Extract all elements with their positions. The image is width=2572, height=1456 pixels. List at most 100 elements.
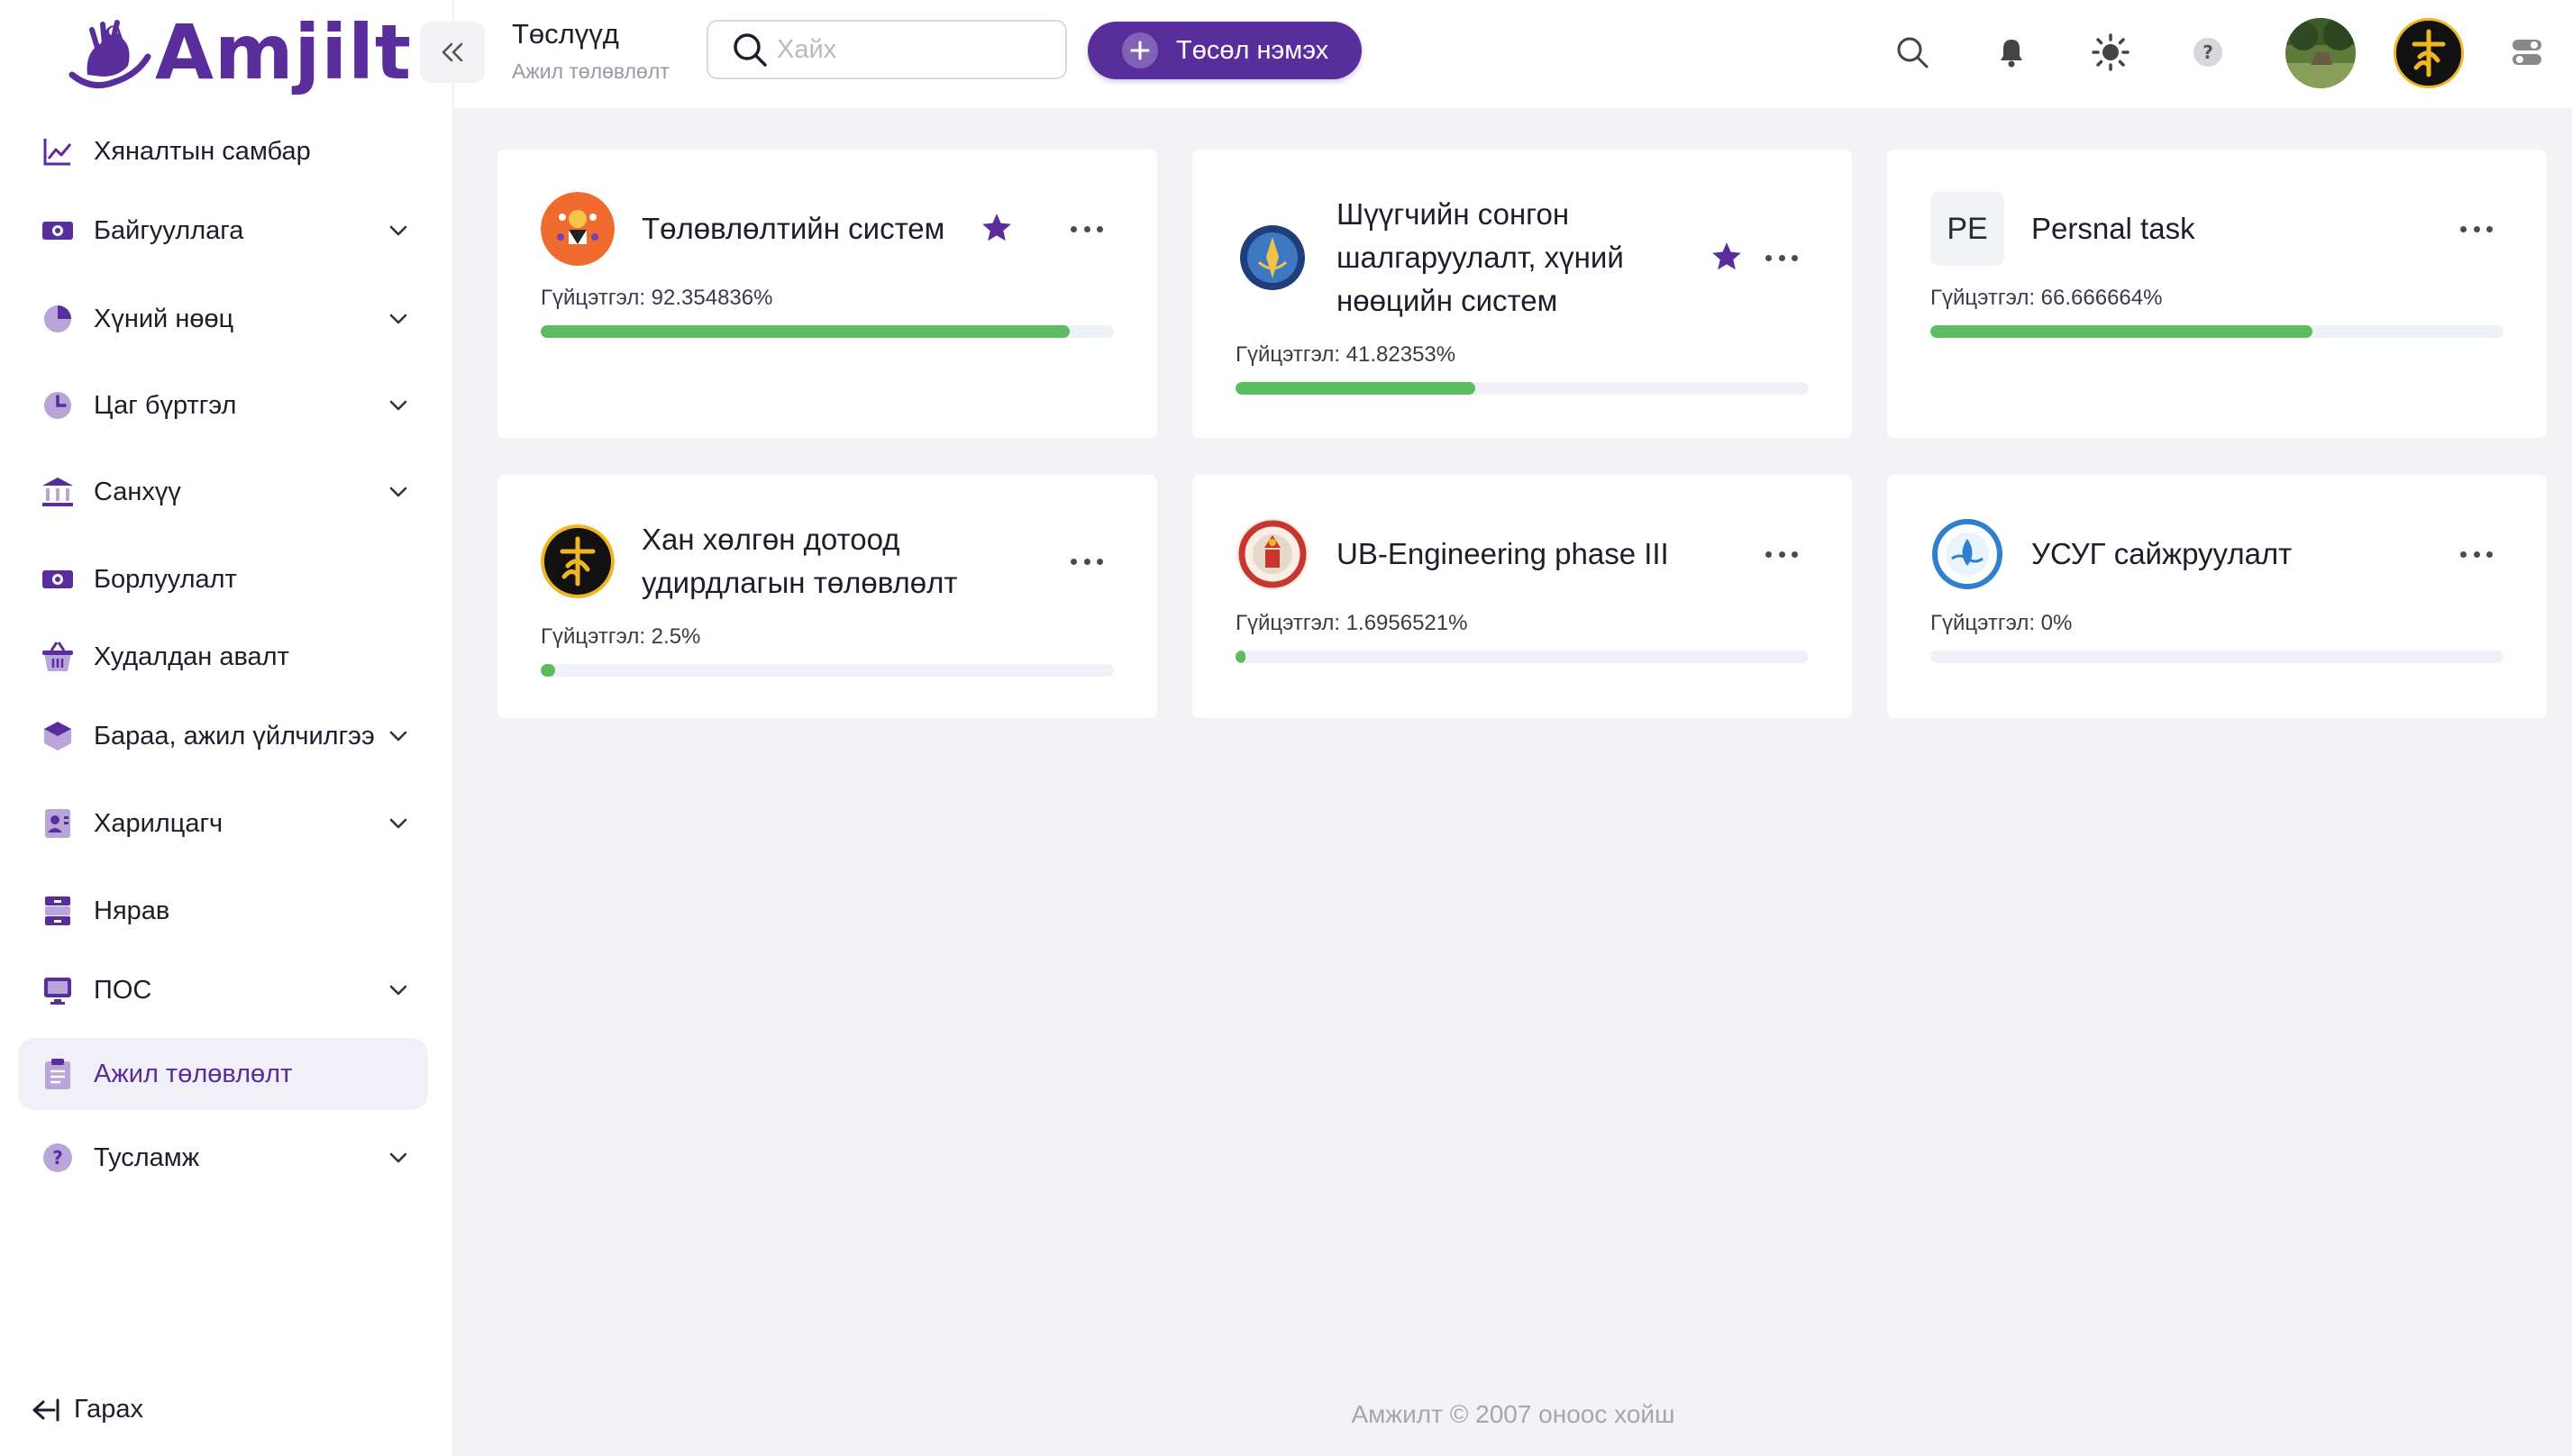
chevron-down-icon[interactable] [385, 478, 412, 505]
chevron-down-icon[interactable] [385, 723, 412, 750]
logout-button[interactable]: Гарах [29, 1395, 143, 1424]
project-title[interactable]: UB-Engineering phase III [1336, 532, 1751, 576]
sidebar-item-label: Бараа, ажил үйлчилгээ [94, 721, 375, 751]
bank-icon [40, 474, 76, 510]
project-title-line: шалгаруулалт, хүний [1336, 241, 1624, 274]
progress-label: Гүйцэтгэл: 41.82353% [1236, 342, 1456, 367]
organization-avatar[interactable] [2394, 18, 2464, 88]
help-icon[interactable]: ? [2188, 32, 2228, 72]
search-box[interactable] [707, 20, 1067, 79]
add-project-button[interactable]: Төсөл нэмэх [1088, 22, 1362, 79]
sidebar-item-label: Ажил төлөвлөлт [94, 1059, 293, 1088]
project-title-line: нөөцийн систем [1336, 284, 1558, 317]
project-title-line: Шүүгчийн сонгон [1336, 197, 1570, 231]
sidebar-item-work-planning[interactable]: Ажил төлөвлөлт [18, 1038, 428, 1110]
sidebar-item-organization[interactable]: Байгууллага [18, 195, 428, 267]
svg-text:?: ? [52, 1147, 63, 1169]
settings-toggle-icon[interactable] [2507, 32, 2547, 72]
more-options-button[interactable] [1065, 548, 1108, 575]
page-breadcrumb: Ажил төлөвлөлт [512, 59, 670, 83]
project-title[interactable]: Persnal task [2031, 207, 2446, 250]
project-title-line: Хан хөлгөн дотоод [642, 523, 900, 556]
project-card[interactable]: Шүүгчийн сонгон шалгаруулалт, хүний нөөций… [1192, 150, 1852, 438]
user-avatar[interactable] [2285, 18, 2356, 88]
sidebar-item-products[interactable]: Бараа, ажил үйлчилгээ [18, 700, 428, 772]
sidebar-item-purchase[interactable]: Худалдан авалт [18, 621, 428, 693]
logo-mark-icon [68, 20, 151, 89]
progress-bar-fill [1930, 325, 2312, 338]
progress-bar [541, 325, 1114, 338]
sidebar-item-finance[interactable]: Санхүү [18, 456, 428, 528]
project-card[interactable]: УСУГ сайжруулалт Гүйцэтгэл: 0% [1887, 475, 2547, 718]
project-title-line: Төлөвлөлтийн систем [642, 212, 945, 245]
progress-bar-fill [541, 325, 1071, 338]
logout-label: Гарах [74, 1395, 143, 1424]
project-card[interactable]: PE Persnal task Гүйцэтгэл: 66.666664% [1887, 150, 2547, 438]
project-card[interactable]: UB-Engineering phase III Гүйцэтгэл: 1.695… [1192, 475, 1852, 718]
progress-label: Гүйцэтгэл: 66.666664% [1930, 286, 2163, 310]
clipboard-icon [40, 1056, 76, 1092]
water-seal-logo [1930, 517, 2004, 591]
contact-card-icon [40, 805, 76, 842]
chevron-down-icon[interactable] [385, 810, 412, 837]
sidebar: Amjilt Хяналтын самбар Байгууллага Хүний н… [0, 0, 453, 1456]
more-options-button[interactable] [2455, 215, 2498, 242]
star-icon[interactable] [1710, 240, 1746, 276]
archive-icon [40, 893, 76, 929]
bell-icon[interactable] [1992, 32, 2031, 72]
more-options-button[interactable] [1760, 244, 1803, 271]
sidebar-item-warehouse[interactable]: Нярав [18, 875, 428, 947]
progress-label: Гүйцэтгэл: 1.6956521% [1236, 611, 1468, 635]
pie-chart-icon [40, 301, 76, 337]
sun-icon[interactable] [2091, 32, 2130, 72]
star-icon[interactable] [980, 211, 1016, 247]
clock-icon [40, 387, 76, 423]
more-options-button[interactable] [2455, 541, 2498, 568]
sidebar-item-help[interactable]: ? Тусламж [18, 1122, 428, 1194]
more-options-button[interactable] [1760, 541, 1803, 568]
project-card[interactable]: Хан хөлгөн дотоод удирдлагын төлөвлөлт Гүй… [497, 475, 1157, 718]
more-options-button[interactable] [1065, 215, 1108, 242]
brand-name: Amjilt [155, 8, 413, 96]
logout-arrow-icon [32, 1398, 59, 1421]
monitor-icon [40, 972, 76, 1008]
progress-bar [1930, 651, 2504, 663]
chart-line-icon [40, 133, 76, 169]
money-icon [40, 213, 76, 249]
chevron-down-icon[interactable] [385, 305, 412, 332]
sidebar-item-dashboard[interactable]: Хяналтын самбар [18, 115, 428, 187]
chevron-down-icon[interactable] [385, 977, 412, 1004]
sidebar-item-timesheet[interactable]: Цаг бүртгэл [18, 369, 428, 441]
sidebar-item-customers[interactable]: Харилцагч [18, 787, 428, 860]
progress-bar [1236, 382, 1809, 395]
chevron-down-icon[interactable] [385, 217, 412, 244]
global-search-icon[interactable] [1893, 32, 1932, 72]
footer-copyright: Амжилт © 2007 оноос хойш [1351, 1400, 1675, 1428]
search-icon [734, 33, 767, 67]
money-icon [40, 561, 76, 597]
project-title[interactable]: УСУГ сайжруулалт [2031, 532, 2446, 576]
project-title[interactable]: Шүүгчийн сонгон шалгаруулалт, хүний нөөций… [1336, 193, 1679, 323]
sidebar-item-label: Цаг бүртгэл [94, 390, 237, 420]
progress-bar [541, 664, 1114, 677]
project-title[interactable]: Хан хөлгөн дотоод удирдлагын төлөвлөлт [642, 518, 1056, 605]
progress-bar-fill [1236, 382, 1475, 395]
chevron-down-icon[interactable] [385, 1144, 412, 1171]
sidebar-item-label: Хяналтын самбар [94, 136, 311, 166]
sidebar-item-hr[interactable]: Хүний нөөц [18, 283, 428, 355]
sidebar-item-label: Борлуулалт [94, 564, 237, 594]
collapse-sidebar-button[interactable] [420, 22, 485, 83]
brand-logo[interactable]: Amjilt [65, 7, 412, 97]
sidebar-item-pos[interactable]: ПОС [18, 954, 428, 1026]
progress-bar [1236, 651, 1809, 663]
project-title[interactable]: Төлөвлөлтийн систем [642, 207, 984, 250]
project-card[interactable]: Төлөвлөлтийн систем Гүйцэтгэл: 92.354836% [497, 150, 1157, 438]
project-title-line: удирдлагын төлөвлөлт [642, 566, 958, 599]
progress-bar-fill [1236, 651, 1245, 663]
chevron-down-icon[interactable] [385, 392, 412, 419]
sidebar-item-label: Тусламж [94, 1142, 200, 1172]
sidebar-item-sales[interactable]: Борлуулалт [18, 543, 428, 615]
search-input[interactable] [777, 34, 1047, 65]
project-title-line: Persnal task [2031, 212, 2195, 245]
orange-circle-logo [541, 192, 615, 266]
